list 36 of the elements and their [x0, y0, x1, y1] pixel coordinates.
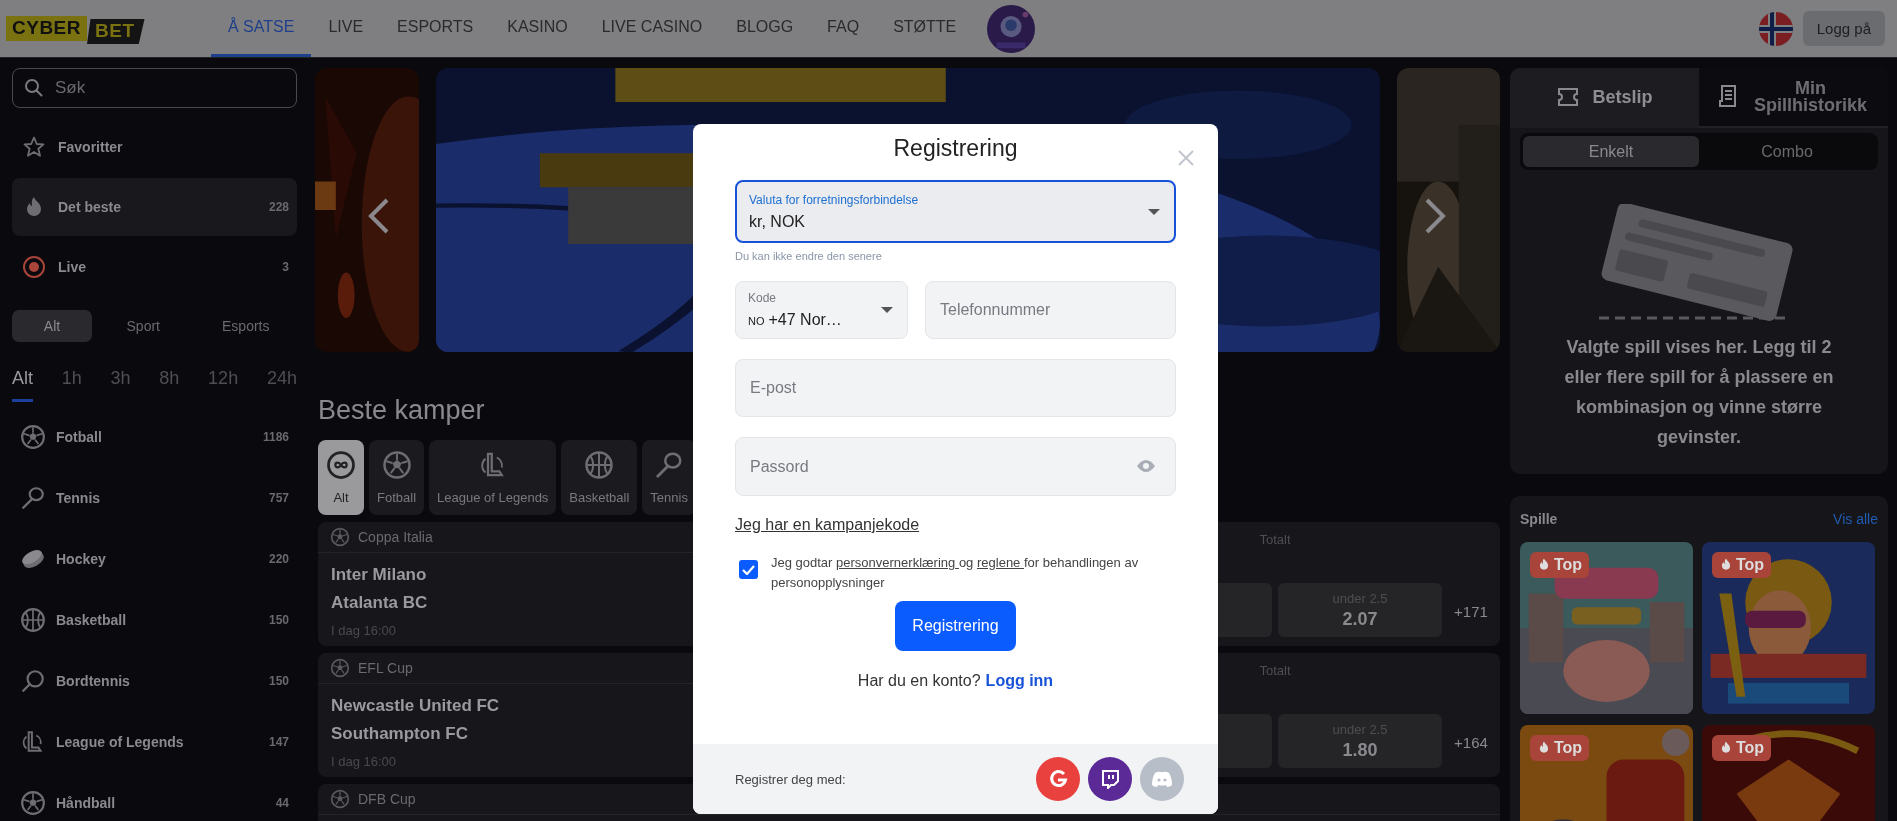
helper-text: Du kan ikke endre den senere	[735, 250, 883, 262]
social-label: Registrer deg med:	[735, 771, 846, 787]
consent-text: Jeg godtar personvernerklæring og reglene for behandlingen av personopplysninger	[771, 554, 1140, 592]
top-badge: Top	[1530, 735, 1590, 761]
item-label: Det beste	[58, 199, 122, 215]
item-count: 220	[268, 551, 289, 566]
filter-label: Tennis	[650, 490, 688, 505]
league-name: Coppa Italia	[358, 529, 433, 545]
item-count: 228	[268, 200, 289, 214]
league-name: DFB Cup	[358, 791, 416, 807]
item-label: Favoritter	[58, 139, 123, 155]
top-badge: Top	[1712, 552, 1772, 578]
league-name: EFL Cup	[358, 660, 413, 676]
item-count: 1186	[262, 429, 289, 444]
team-name: Atalanta BC	[330, 593, 428, 613]
item-count: 150	[268, 612, 289, 627]
dialog-title: Registrering	[893, 135, 1018, 162]
team-name: Newcastle United FC	[330, 696, 500, 716]
item-count: 757	[268, 490, 289, 505]
item-count: 147	[268, 734, 289, 749]
team-name: Inter Milano	[330, 565, 427, 585]
panel-title: Spille	[1520, 511, 1558, 527]
item-count: 44	[275, 795, 289, 810]
top-badge: Top	[1530, 552, 1590, 578]
item-count: 3	[282, 260, 289, 274]
team-name: Southampton FC	[330, 724, 468, 744]
top-badge: Top	[1712, 735, 1772, 761]
item-label: Live	[58, 259, 86, 275]
item-count: 150	[268, 673, 289, 688]
empty-message: Valgte spill vises her. Legg til 2 eller flere spill for å plassere en kombinasjon og vinne større gevinster.	[1563, 336, 1835, 449]
filter-label: Fotball	[377, 490, 417, 505]
login-prompt: Har du en konto?	[857, 672, 981, 690]
filter-label: League of Legends	[437, 490, 549, 505]
filter-label: Basketball	[569, 490, 630, 505]
section-heading: Beste kamper	[318, 394, 486, 427]
filter-label: Alt	[333, 490, 349, 505]
